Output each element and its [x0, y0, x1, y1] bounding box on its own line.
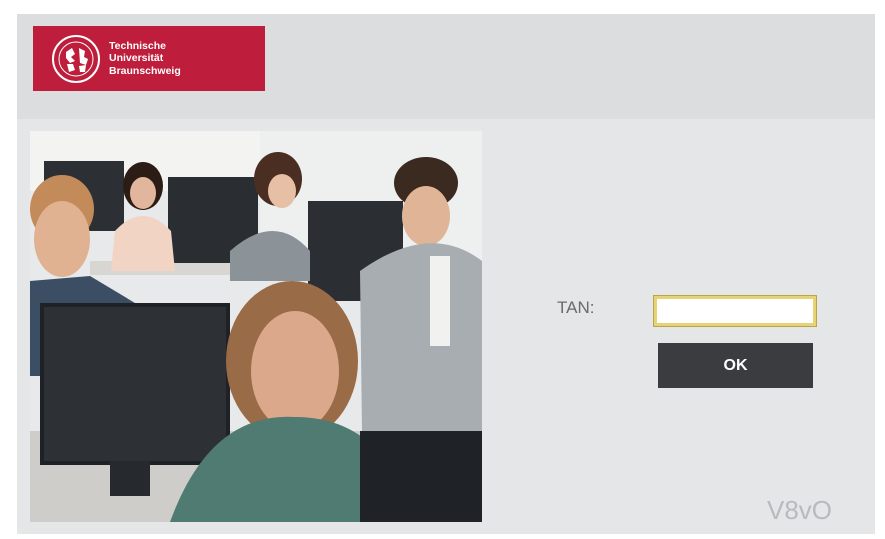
brand-mark-text: V8vO: [767, 495, 832, 524]
logo-line-3: Braunschweig: [109, 64, 181, 77]
logo-line-2: Universität: [109, 52, 164, 65]
header-bar: Technische Universität Braunschweig: [17, 14, 875, 119]
students-photo: [30, 131, 482, 522]
logo-line-1: Technische: [109, 39, 166, 52]
tu-braunschweig-logo: Technische Universität Braunschweig: [33, 26, 265, 91]
ok-button[interactable]: OK: [658, 343, 813, 388]
seal-icon: [52, 34, 100, 83]
tan-input[interactable]: [653, 295, 817, 327]
logo-text: Technische Universität Braunschweig: [109, 40, 181, 78]
tan-label: TAN:: [557, 298, 595, 317]
brand-mark-icon: V8vO: [767, 495, 832, 524]
login-panel: Technische Universität Braunschweig TAN:…: [17, 14, 875, 534]
